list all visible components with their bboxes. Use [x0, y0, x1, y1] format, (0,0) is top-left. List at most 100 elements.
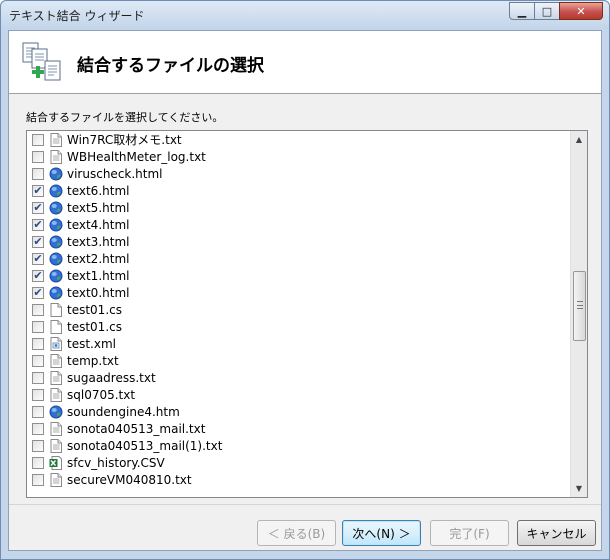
text-file-icon [50, 370, 62, 385]
title-bar[interactable]: テキスト結合 ウィザード ▁ □ ✕ [1, 1, 609, 29]
file-checkbox[interactable] [32, 150, 44, 163]
wizard-window: テキスト結合 ウィザード ▁ □ ✕ 結合するファイルの選択 結合するファイルを… [0, 0, 610, 560]
list-item[interactable]: ✔ text6.html [27, 182, 569, 199]
vertical-scrollbar[interactable]: ▲ ▼ [570, 131, 587, 497]
list-item[interactable]: ✔ text3.html [27, 233, 569, 250]
file-list-items: Win7RC取材メモ.txt WBHealthMeter_log.txt virus… [27, 131, 569, 488]
window-title: テキスト結合 ウィザード [9, 9, 145, 23]
list-item[interactable]: viruscheck.html [27, 165, 569, 182]
list-item[interactable]: sugaadress.txt [27, 369, 569, 386]
list-item[interactable]: ✔ text4.html [27, 216, 569, 233]
text-file-icon [50, 421, 62, 436]
scroll-down-button[interactable]: ▼ [571, 480, 587, 497]
file-checkbox[interactable]: ✔ [32, 268, 44, 282]
html-file-icon [49, 167, 63, 180]
file-name: sonota040513_mail(1).txt [67, 438, 223, 453]
checkmark-icon: ✔ [33, 183, 43, 197]
file-name: text6.html [67, 183, 130, 198]
wizard-client-area: 結合するファイルの選択 結合するファイルを選択してください。 Win7RC取材メ… [8, 30, 602, 551]
maximize-icon: □ [541, 4, 553, 18]
list-item[interactable]: temp.txt [27, 352, 569, 369]
list-item[interactable]: Win7RC取材メモ.txt [27, 131, 569, 148]
list-item[interactable]: secureVM040810.txt [27, 471, 569, 488]
file-name: text2.html [67, 251, 130, 266]
file-checkbox[interactable] [32, 405, 44, 418]
scroll-up-button[interactable]: ▲ [571, 131, 587, 148]
text-file-icon [50, 132, 62, 147]
file-name: sonota040513_mail.txt [67, 421, 206, 436]
page-title: 結合するファイルの選択 [77, 56, 264, 76]
file-checkbox[interactable] [32, 354, 44, 367]
finish-button[interactable]: 完了(F) [430, 520, 509, 546]
file-checkbox[interactable] [32, 371, 44, 384]
blank-file-icon [50, 319, 62, 334]
file-name: test01.cs [67, 319, 122, 334]
list-item[interactable]: test.xml [27, 335, 569, 352]
file-name: test01.cs [67, 302, 122, 317]
checkmark-icon: ✔ [33, 234, 43, 248]
file-name: secureVM040810.txt [67, 472, 192, 487]
list-item[interactable]: sfcv_history.CSV [27, 454, 569, 471]
text-file-icon [50, 353, 62, 368]
footer-divider [9, 504, 601, 505]
file-checkbox[interactable]: ✔ [32, 286, 44, 299]
xml-file-icon [50, 336, 62, 351]
file-checklist[interactable]: Win7RC取材メモ.txt WBHealthMeter_log.txt virus… [26, 130, 588, 498]
scroll-thumb[interactable] [573, 271, 586, 341]
list-item[interactable]: sonota040513_mail.txt [27, 420, 569, 437]
file-name: sfcv_history.CSV [67, 455, 165, 470]
html-file-icon [49, 235, 63, 248]
file-checkbox[interactable] [32, 167, 44, 180]
html-file-icon [49, 201, 63, 214]
html-file-icon [49, 269, 63, 282]
file-checkbox[interactable]: ✔ [32, 252, 44, 265]
text-file-icon [50, 149, 62, 164]
file-checkbox[interactable] [32, 439, 44, 452]
file-checkbox[interactable]: ✔ [32, 218, 44, 231]
maximize-button[interactable]: □ [534, 2, 560, 20]
file-checkbox[interactable] [32, 320, 44, 333]
checkmark-icon: ✔ [33, 200, 43, 214]
text-file-icon [50, 472, 62, 487]
html-file-icon [49, 218, 63, 231]
back-button[interactable]: ＜ 戻る(B) [257, 520, 336, 546]
next-button[interactable]: 次へ(N) ＞ [342, 520, 421, 546]
instruction-text: 結合するファイルを選択してください。 [26, 111, 224, 124]
file-checkbox[interactable]: ✔ [32, 234, 44, 248]
file-checkbox[interactable]: ✔ [32, 183, 44, 197]
file-name: WBHealthMeter_log.txt [67, 149, 206, 164]
file-checkbox[interactable] [32, 303, 44, 316]
minimize-button[interactable]: ▁ [509, 2, 535, 20]
list-item[interactable]: WBHealthMeter_log.txt [27, 148, 569, 165]
list-item[interactable]: ✔ text1.html [27, 267, 569, 284]
file-name: sugaadress.txt [67, 370, 156, 385]
file-checkbox[interactable] [32, 337, 44, 350]
arrow-down-icon: ▼ [575, 484, 583, 493]
arrow-up-icon: ▲ [575, 135, 583, 144]
html-file-icon [49, 184, 63, 197]
file-checkbox[interactable] [32, 388, 44, 401]
html-file-icon [49, 286, 63, 299]
file-checkbox[interactable] [32, 473, 44, 486]
close-icon: ✕ [576, 4, 586, 18]
list-item[interactable]: sonota040513_mail(1).txt [27, 437, 569, 454]
file-checkbox[interactable]: ✔ [32, 200, 44, 214]
list-item[interactable]: ✔ text5.html [27, 199, 569, 216]
cancel-button[interactable]: キャンセル [517, 520, 596, 546]
list-item[interactable]: sql0705.txt [27, 386, 569, 403]
list-item[interactable]: ✔ text2.html [27, 250, 569, 267]
list-item[interactable]: soundengine4.htm [27, 403, 569, 420]
text-file-icon [50, 438, 62, 453]
file-checkbox[interactable] [32, 422, 44, 435]
checkmark-icon: ✔ [33, 268, 43, 282]
text-file-icon [50, 387, 62, 402]
file-checkbox[interactable] [32, 456, 44, 469]
file-name: soundengine4.htm [67, 404, 180, 419]
file-checkbox[interactable] [32, 133, 44, 146]
list-item[interactable]: ✔ text0.html [27, 284, 569, 301]
window-controls: ▁ □ ✕ [509, 2, 603, 20]
list-item[interactable]: test01.cs [27, 301, 569, 318]
close-button[interactable]: ✕ [559, 2, 603, 20]
list-item[interactable]: test01.cs [27, 318, 569, 335]
file-name: text0.html [67, 285, 130, 300]
